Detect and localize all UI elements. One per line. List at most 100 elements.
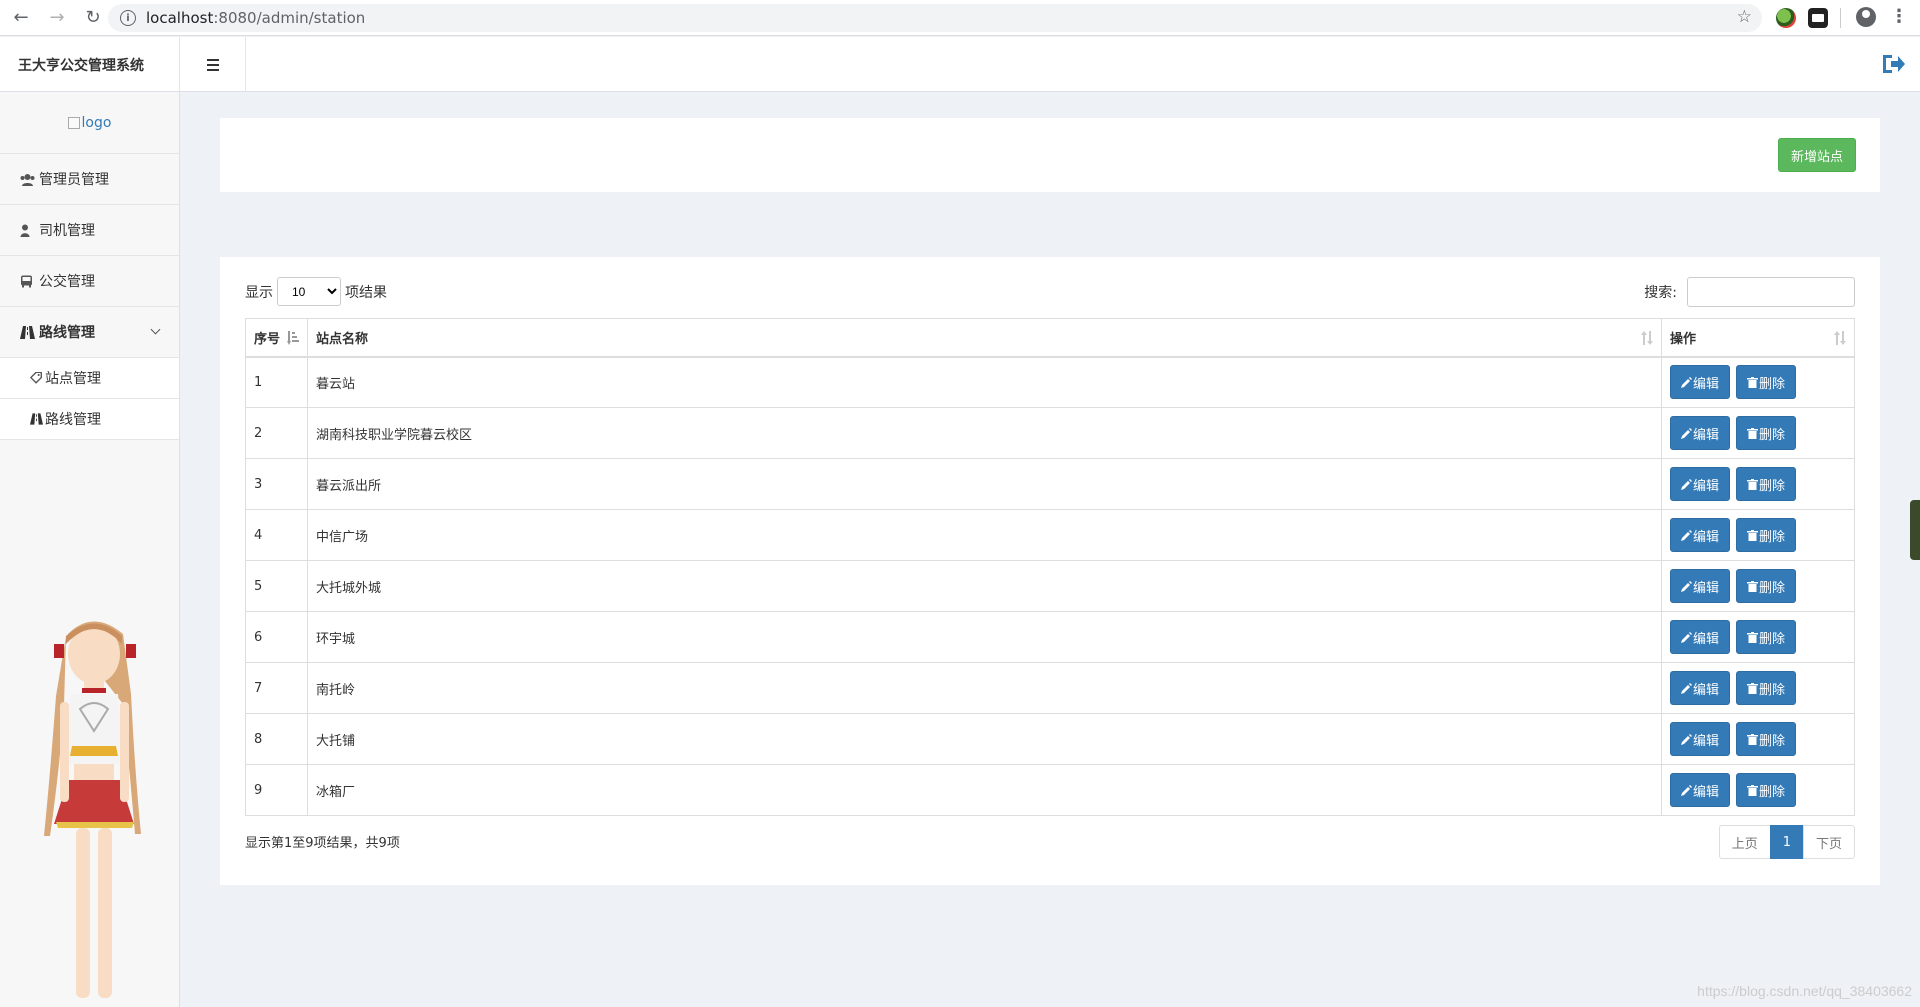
edit-button[interactable]: 编辑 <box>1670 518 1731 552</box>
broken-image-icon <box>67 116 80 129</box>
page-button[interactable]: 1 <box>1769 825 1804 859</box>
sidebar-toggle-button[interactable] <box>180 37 246 92</box>
bus-icon <box>21 275 32 287</box>
column-header-name[interactable]: 站点名称 <box>307 318 1662 358</box>
address-bar[interactable]: i localhost:8080/admin/station ☆ <box>108 4 1762 32</box>
trash-icon <box>1747 784 1759 796</box>
mascot-illustration <box>44 621 141 998</box>
delete-button[interactable]: 删除 <box>1736 518 1797 552</box>
edit-button[interactable]: 编辑 <box>1670 416 1731 450</box>
table-row: 6 环宇城 编辑 删除 <box>245 611 1855 663</box>
table-row: 7 南托岭 编辑 删除 <box>245 662 1855 714</box>
table-row: 5 大托城外城 编辑 删除 <box>245 560 1855 612</box>
more-menu-icon[interactable]: ⋮ <box>1890 6 1908 27</box>
cell-station-name: 暮云站 <box>307 356 1662 408</box>
sidebar-subitem-stations[interactable]: 站点管理 <box>0 358 179 399</box>
sidebar-subitem-routes[interactable]: 路线管理 <box>0 399 179 440</box>
table-row: 2 湖南科技职业学院暮云校区 编辑 删除 <box>245 407 1855 459</box>
column-header-actions[interactable]: 操作 <box>1661 318 1855 358</box>
edit-label: 编辑 <box>1693 682 1720 698</box>
pencil-icon <box>1681 580 1692 592</box>
info-icon[interactable]: i <box>120 10 136 26</box>
sidebar-item-label: 路线管理 <box>39 325 95 341</box>
scroll-handle[interactable] <box>1910 500 1920 560</box>
table-row: 8 大托铺 编辑 删除 <box>245 713 1855 765</box>
sidebar-item-buses[interactable]: 公交管理 <box>0 256 179 307</box>
page-length-select[interactable]: 10 <box>277 277 341 306</box>
sidebar-item-routes[interactable]: 路线管理 <box>0 307 179 358</box>
column-header-label: 站点名称 <box>316 331 369 347</box>
logo-alt-text: logo <box>81 114 112 131</box>
cell-actions: 编辑 删除 <box>1661 509 1855 561</box>
bookmark-star-icon[interactable]: ☆ <box>1737 7 1752 27</box>
cell-station-name: 中信广场 <box>307 509 1662 561</box>
extension-icon[interactable] <box>1808 8 1828 28</box>
edit-button[interactable]: 编辑 <box>1670 722 1731 756</box>
column-header-index[interactable]: 序号 <box>245 318 308 358</box>
delete-button[interactable]: 删除 <box>1736 569 1797 603</box>
page-length-control: 显示 10 项结果 <box>245 277 387 306</box>
table-info: 显示第1至9项结果，共9项 <box>245 836 400 851</box>
trash-icon <box>1747 427 1759 439</box>
app-title: 王大亨公交管理系统 <box>0 37 180 92</box>
cell-station-name: 南托岭 <box>307 662 1662 714</box>
search-control: 搜索: <box>1644 277 1855 307</box>
delete-button[interactable]: 删除 <box>1736 365 1797 400</box>
delete-label: 删除 <box>1759 427 1786 443</box>
delete-button[interactable]: 删除 <box>1736 671 1797 705</box>
forward-icon[interactable]: → <box>42 3 72 33</box>
sidebar-item-label: 司机管理 <box>39 223 95 239</box>
chevron-down-icon <box>150 324 161 335</box>
road-icon <box>30 413 43 425</box>
delete-button[interactable]: 删除 <box>1736 416 1797 450</box>
delete-button[interactable]: 删除 <box>1736 620 1797 654</box>
pencil-icon <box>1681 682 1692 694</box>
pencil-icon <box>1681 529 1692 541</box>
divider <box>1840 8 1841 28</box>
edit-button[interactable]: 编辑 <box>1670 773 1731 807</box>
next-page-button[interactable]: 下页 <box>1802 825 1855 859</box>
sidebar-subitem-label: 路线管理 <box>45 412 101 428</box>
prev-page-button[interactable]: 上页 <box>1718 825 1771 859</box>
edit-label: 编辑 <box>1693 478 1720 494</box>
hamburger-icon <box>206 57 219 72</box>
delete-button[interactable]: 删除 <box>1736 773 1797 807</box>
trash-icon <box>1747 529 1759 541</box>
cell-actions: 编辑 删除 <box>1661 713 1855 765</box>
browser-toolbar: ← → ↻ i localhost:8080/admin/station ☆ ⋮ <box>0 0 1920 36</box>
logout-icon[interactable] <box>1880 51 1906 77</box>
pencil-icon <box>1681 478 1692 490</box>
pagination: 上页 1 下页 <box>1718 825 1855 859</box>
trash-icon <box>1747 733 1759 745</box>
add-station-button[interactable]: 新增站点 <box>1777 138 1856 172</box>
trash-icon <box>1747 376 1759 388</box>
delete-button[interactable]: 删除 <box>1736 467 1797 501</box>
edit-label: 编辑 <box>1693 631 1720 647</box>
trash-icon <box>1747 580 1759 592</box>
sidebar-item-admins[interactable]: 管理员管理 <box>0 154 179 205</box>
edit-label: 编辑 <box>1693 376 1720 392</box>
delete-label: 删除 <box>1759 376 1786 392</box>
edit-button[interactable]: 编辑 <box>1670 365 1731 400</box>
table-row: 1 暮云站 编辑 删除 <box>245 356 1855 408</box>
cell-actions: 编辑 删除 <box>1661 611 1855 663</box>
users-icon <box>20 173 35 186</box>
extension-icon[interactable] <box>1776 8 1796 28</box>
sidebar-item-drivers[interactable]: 司机管理 <box>0 205 179 256</box>
cell-station-name: 暮云派出所 <box>307 458 1662 510</box>
cell-station-name: 环宇城 <box>307 611 1662 663</box>
edit-button[interactable]: 编辑 <box>1670 671 1731 705</box>
edit-button[interactable]: 编辑 <box>1670 620 1731 654</box>
edit-button[interactable]: 编辑 <box>1670 569 1731 603</box>
search-input[interactable] <box>1687 277 1855 307</box>
cell-index: 7 <box>245 662 308 714</box>
url-host: localhost <box>146 9 214 27</box>
logo: logo <box>0 92 179 154</box>
profile-icon[interactable] <box>1856 7 1876 27</box>
reload-icon[interactable]: ↻ <box>78 3 108 33</box>
delete-button[interactable]: 删除 <box>1736 722 1797 756</box>
delete-label: 删除 <box>1759 478 1786 494</box>
edit-button[interactable]: 编辑 <box>1670 467 1731 501</box>
sidebar-item-label: 管理员管理 <box>39 172 109 188</box>
back-icon[interactable]: ← <box>6 3 36 33</box>
